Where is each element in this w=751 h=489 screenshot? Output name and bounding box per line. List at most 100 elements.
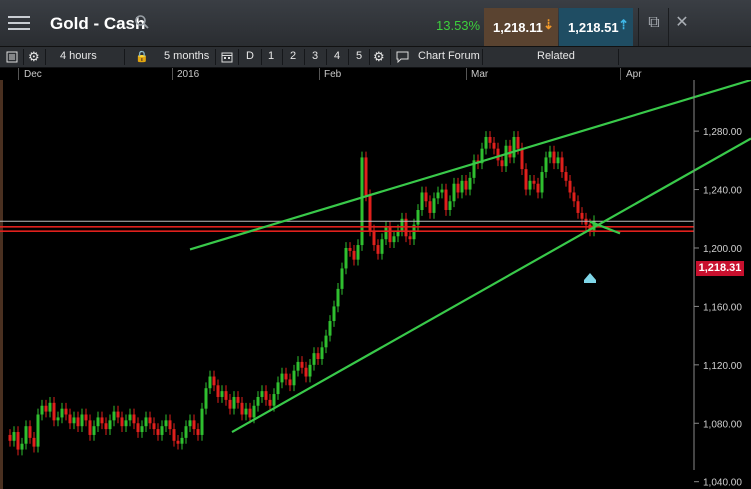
- y-tick-label: 1,280.00: [703, 127, 742, 138]
- alert-marker-base: [584, 280, 596, 283]
- candle-body: [364, 157, 368, 196]
- candle-body: [20, 443, 24, 450]
- candle-body: [580, 212, 584, 219]
- candle-body: [168, 420, 172, 430]
- sell-price-button[interactable]: 1,218.11 ⇣: [484, 8, 558, 46]
- candle-body: [520, 148, 524, 170]
- toolbar-divider: [215, 49, 216, 65]
- toolbar-divider: [348, 49, 349, 65]
- candle-body: [312, 353, 316, 365]
- overlay-group: [0, 80, 751, 433]
- last-price-label: 1,218.31: [696, 261, 744, 276]
- toolbar-divider: [261, 49, 262, 65]
- close-icon[interactable]: ✕: [671, 12, 693, 34]
- chart-forum-button[interactable]: Chart Forum: [418, 50, 480, 62]
- candle-body: [488, 136, 492, 143]
- day-button-4[interactable]: 4: [334, 50, 340, 62]
- candle-body: [116, 411, 120, 418]
- y-tick-label: 1,080.00: [703, 419, 742, 430]
- candle-body: [344, 247, 348, 269]
- y-tick-label: 1,040.00: [703, 478, 742, 489]
- lock-icon[interactable]: 🔒: [135, 50, 149, 63]
- calendar-icon[interactable]: [221, 51, 233, 63]
- candle-body: [120, 417, 124, 427]
- instrument-header: Gold - Cash 13.53% 1,218.11 ⇣ 1,218.51 ⇡…: [0, 0, 751, 47]
- menu-button[interactable]: [8, 12, 30, 32]
- candle-body: [172, 429, 176, 441]
- candle-body: [28, 426, 32, 438]
- candle-body: [328, 321, 332, 336]
- candle-body: [92, 426, 96, 435]
- y-tick-label: 1,160.00: [703, 302, 742, 313]
- candle-body: [164, 420, 168, 427]
- candle-body: [24, 426, 28, 444]
- candle-body: [188, 420, 192, 427]
- day-button-3[interactable]: 3: [312, 50, 318, 62]
- interval-select[interactable]: 4 hours: [60, 50, 97, 62]
- candle-body: [456, 183, 460, 193]
- candle-body: [288, 379, 292, 386]
- header-divider: [668, 8, 669, 46]
- candle-body: [96, 417, 100, 427]
- candle-body: [568, 180, 572, 193]
- candle-body: [528, 180, 532, 190]
- list-icon[interactable]: [6, 51, 18, 63]
- candle-body: [72, 417, 76, 424]
- candle-body: [184, 426, 188, 438]
- candle-body: [280, 373, 284, 383]
- day-button-d[interactable]: D: [246, 50, 254, 62]
- candle-body: [32, 437, 36, 447]
- candle-body: [572, 192, 576, 202]
- y-tick-label: 1,200.00: [703, 244, 742, 255]
- toolbar-divider: [390, 49, 391, 65]
- x-tick: [466, 68, 467, 80]
- toolbar-divider: [124, 49, 125, 65]
- candle-body: [276, 382, 280, 395]
- candle-body: [44, 405, 48, 412]
- candle-body: [336, 288, 340, 307]
- x-label: 2016: [177, 69, 200, 80]
- range-select[interactable]: 5 months: [164, 50, 209, 62]
- search-icon[interactable]: [134, 14, 150, 30]
- candle-body: [64, 408, 68, 415]
- candle-body: [324, 335, 328, 348]
- chart-settings-gear-icon[interactable]: ⚙: [373, 49, 385, 65]
- candle-body: [140, 426, 144, 433]
- x-axis: Dec 2016 Feb Mar Apr: [0, 68, 751, 80]
- candle-body: [380, 239, 384, 254]
- candle-body: [320, 347, 324, 359]
- candle-body: [128, 414, 132, 421]
- candle-body: [56, 417, 60, 421]
- buy-price-button[interactable]: 1,218.51 ⇡: [559, 8, 633, 46]
- toolbar-divider: [23, 49, 24, 65]
- candle-body: [236, 396, 240, 403]
- candle-body: [452, 183, 456, 202]
- trend-line: [231, 137, 751, 433]
- day-button-5[interactable]: 5: [356, 50, 362, 62]
- day-button-2[interactable]: 2: [290, 50, 296, 62]
- candle-body: [408, 236, 412, 240]
- candle-body: [232, 396, 236, 409]
- down-arrow-icon: ⇣: [543, 17, 554, 32]
- candle-body: [112, 411, 116, 421]
- detach-window-icon[interactable]: ⧉: [643, 12, 665, 34]
- candle-body: [220, 391, 224, 397]
- price-chart[interactable]: 1,280.00 1,240.00 1,200.00 1,160.00 1,120.00…: [0, 80, 751, 489]
- day-button-1[interactable]: 1: [268, 50, 274, 62]
- candle-body: [292, 370, 296, 386]
- related-tab[interactable]: Related: [537, 50, 575, 62]
- candle-body: [376, 245, 380, 254]
- candle-body: [16, 432, 20, 450]
- y-axis: 1,280.00 1,240.00 1,200.00 1,160.00 1,120.00…: [694, 127, 742, 489]
- candle-body: [556, 157, 560, 164]
- instrument-title: Gold - Cash: [50, 14, 146, 33]
- candle-body: [284, 373, 288, 380]
- candle-body: [460, 180, 464, 193]
- candle-body: [192, 420, 196, 430]
- candle-body: [272, 394, 276, 406]
- candle-body: [356, 245, 360, 260]
- chat-bubble-icon[interactable]: [396, 51, 409, 63]
- gear-icon[interactable]: ⚙: [28, 49, 40, 65]
- candle-body: [160, 426, 164, 435]
- alert-marker-icon[interactable]: [584, 273, 596, 280]
